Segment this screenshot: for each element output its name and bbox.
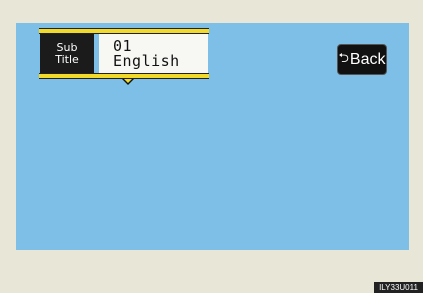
subtitle-language: English xyxy=(113,52,180,70)
subtitle-label-line1: Sub xyxy=(56,40,78,54)
subtitle-selector[interactable]: Sub Title 01 English xyxy=(39,28,209,85)
subtitle-label: Sub Title xyxy=(40,34,94,73)
back-button[interactable]: ⮌ Back xyxy=(337,44,387,75)
subtitle-value[interactable]: 01 English xyxy=(96,34,208,73)
back-button-label: Back xyxy=(349,50,386,68)
dropdown-arrow-fill xyxy=(124,79,132,83)
display-frame: Sub Title 01 English ⮌ Back xyxy=(0,0,423,293)
image-code: ILY33U011 xyxy=(374,282,423,293)
back-arrow-icon: ⮌ xyxy=(338,49,349,65)
screen: Sub Title 01 English ⮌ Back xyxy=(16,23,409,250)
subtitle-label-line2: Title xyxy=(55,52,79,66)
